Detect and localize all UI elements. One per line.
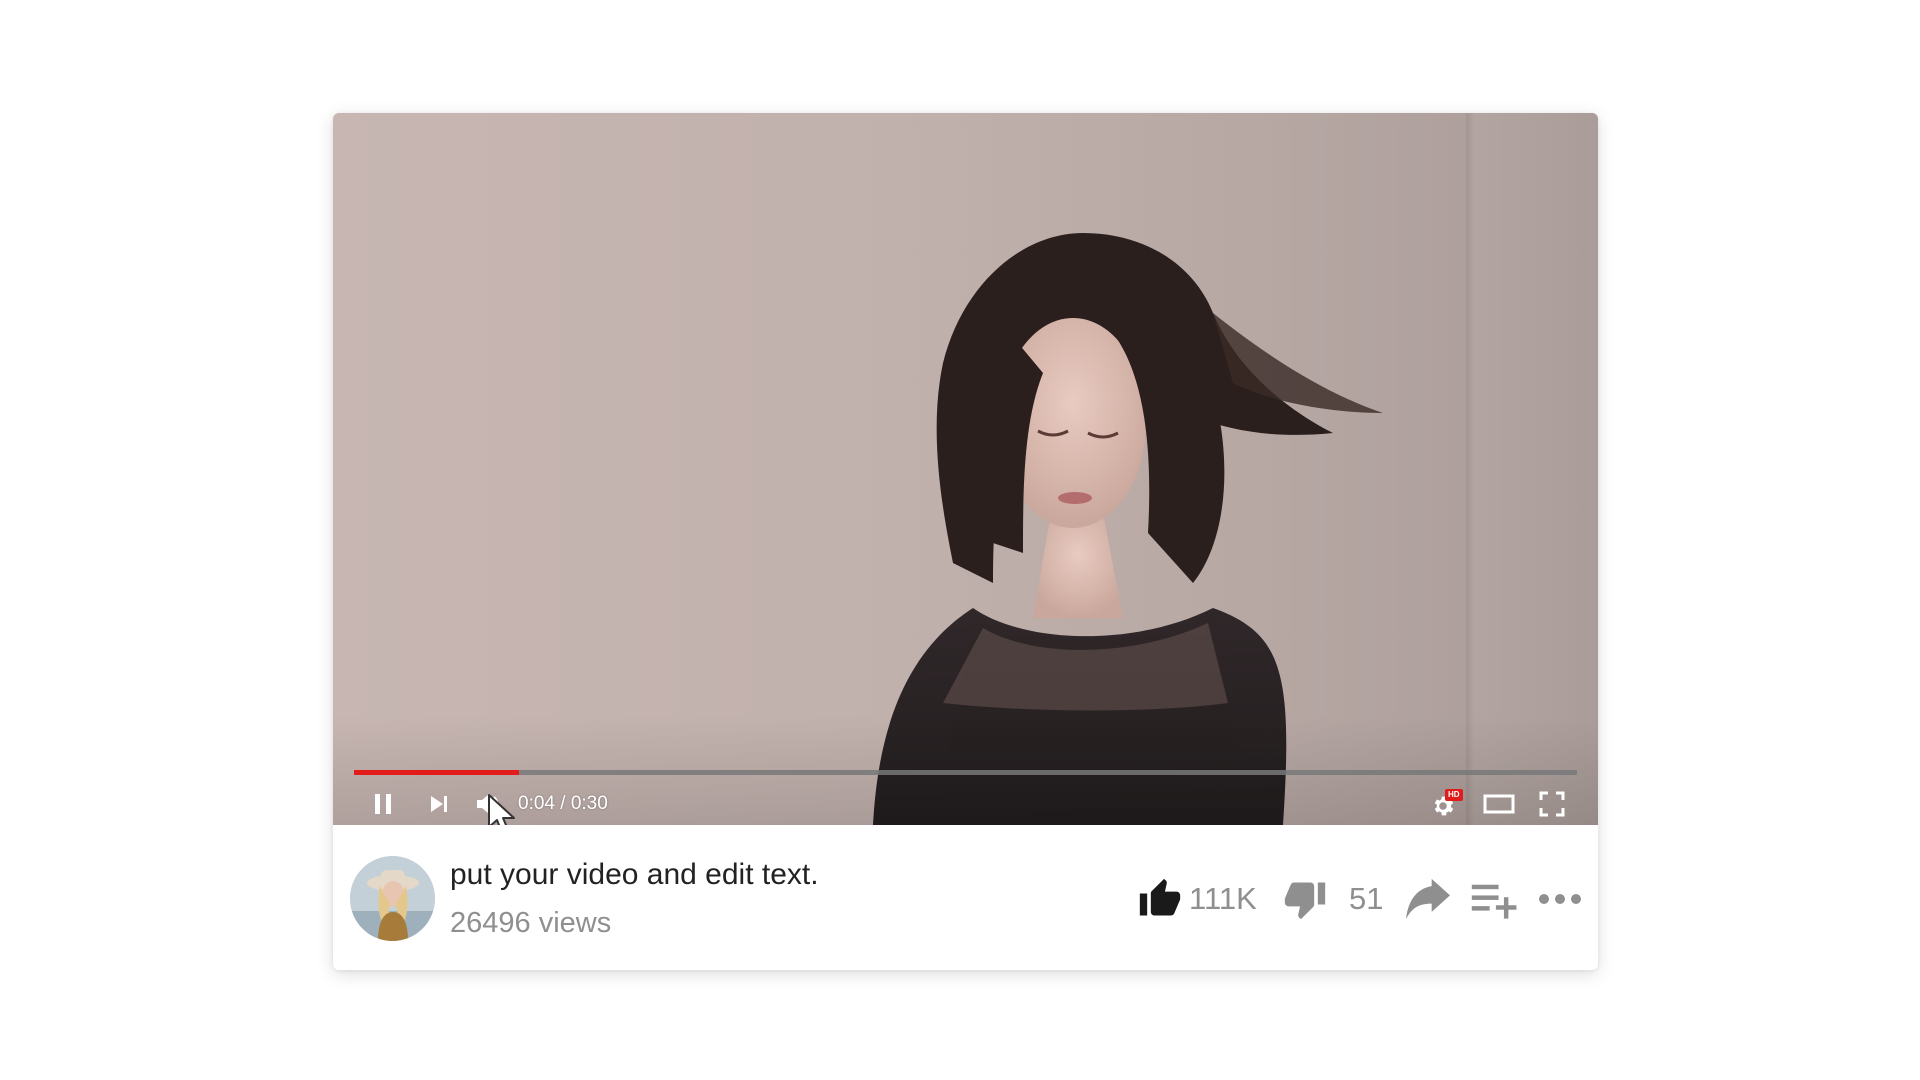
like-count: 111K bbox=[1189, 881, 1257, 916]
thumbs-up-icon bbox=[1139, 878, 1181, 916]
settings-button[interactable]: HD bbox=[1426, 787, 1466, 821]
time-display: 0:04 / 0:30 bbox=[518, 793, 608, 814]
lips bbox=[1058, 492, 1092, 504]
video-card: 0:04 / 0:30 HD put your video and edit t… bbox=[333, 113, 1598, 970]
mouse-pointer-icon bbox=[488, 794, 515, 825]
progress-played bbox=[354, 770, 520, 775]
like-button[interactable]: 111K bbox=[1137, 875, 1257, 923]
video-title[interactable]: put your video and edit text. bbox=[450, 856, 819, 894]
progress-bar[interactable] bbox=[354, 770, 1577, 775]
thumbs-down-icon bbox=[1284, 882, 1326, 920]
sheer-fabric bbox=[943, 623, 1228, 711]
view-count: 26496 views bbox=[450, 907, 612, 939]
skip-next-icon bbox=[431, 796, 447, 812]
add-to-playlist-icon bbox=[1471, 884, 1517, 919]
avatar-image bbox=[350, 856, 435, 941]
pause-icon bbox=[375, 794, 391, 814]
share-button[interactable] bbox=[1403, 875, 1453, 923]
next-button[interactable] bbox=[422, 787, 456, 821]
theater-mode-icon bbox=[1483, 794, 1515, 814]
neck-shape bbox=[1033, 513, 1123, 618]
video-player[interactable]: 0:04 / 0:30 HD bbox=[333, 113, 1598, 825]
theater-mode-button[interactable] bbox=[1479, 787, 1519, 821]
add-to-playlist-button[interactable] bbox=[1470, 875, 1520, 923]
fullscreen-icon bbox=[1539, 791, 1565, 817]
channel-avatar[interactable] bbox=[350, 856, 435, 941]
dislike-count: 51 bbox=[1349, 881, 1384, 916]
dislike-button[interactable]: 51 bbox=[1283, 875, 1383, 923]
more-actions-button[interactable] bbox=[1537, 875, 1583, 923]
share-arrow-icon bbox=[1406, 878, 1450, 920]
hd-badge: HD bbox=[1445, 789, 1463, 801]
more-horizontal-icon bbox=[1539, 894, 1581, 904]
fullscreen-button[interactable] bbox=[1532, 787, 1572, 821]
pause-button[interactable] bbox=[366, 787, 400, 821]
video-info-bar: put your video and edit text. 26496 view… bbox=[333, 825, 1598, 970]
